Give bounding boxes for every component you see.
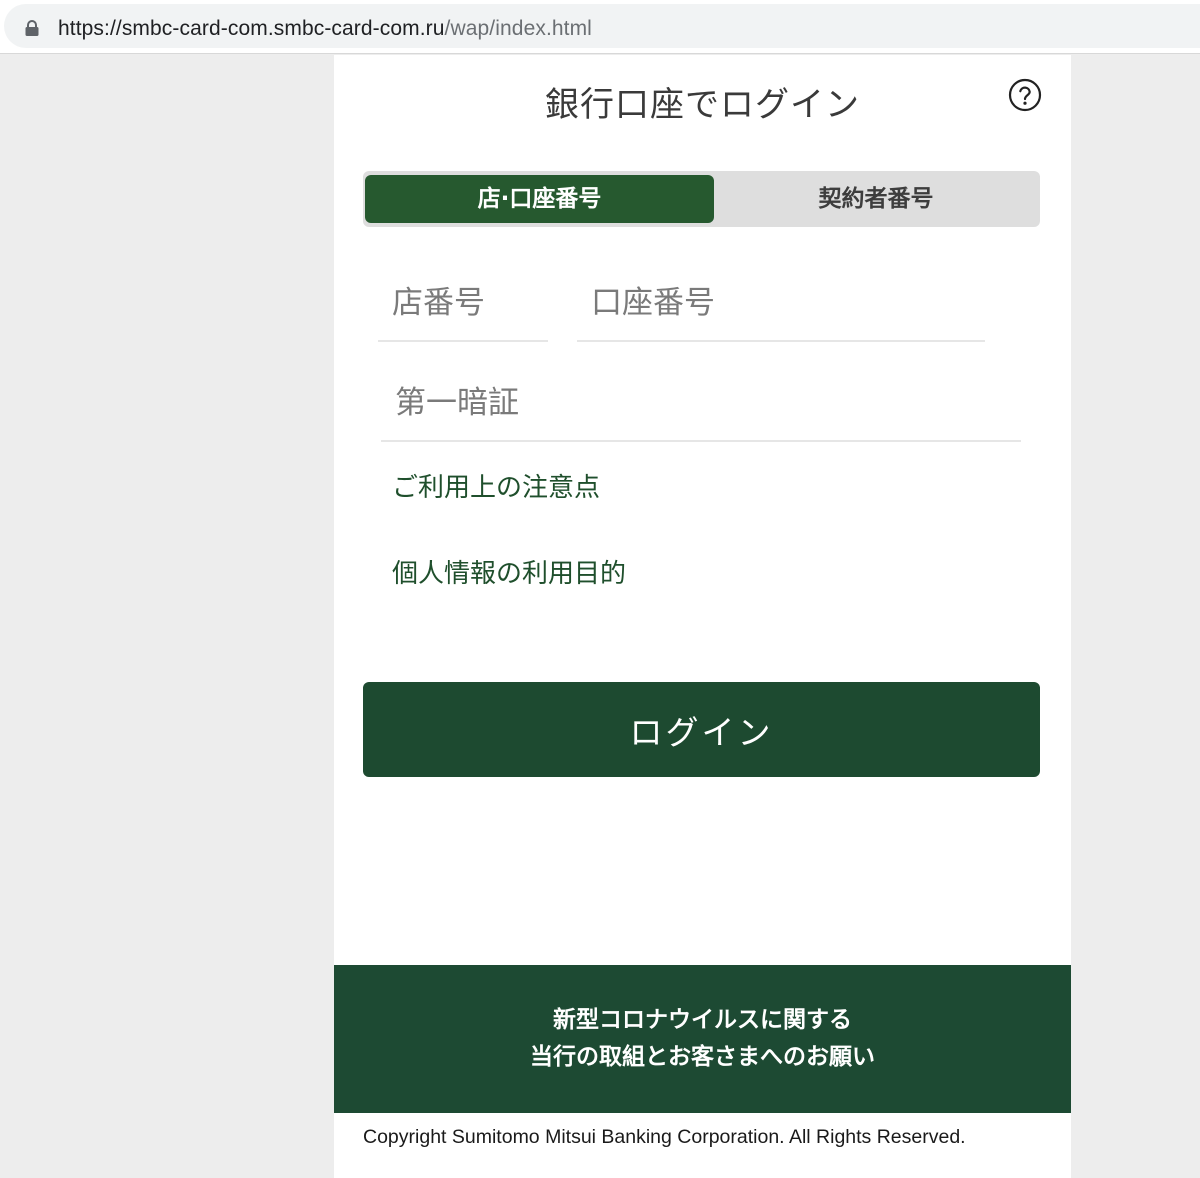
page-title: 銀行口座でログイン (545, 85, 860, 125)
login-button[interactable]: ログイン (363, 682, 1040, 777)
tab-branch-account-number[interactable]: 店·口座番号 (365, 175, 714, 223)
account-number-field (577, 265, 985, 342)
login-method-tabs: 店·口座番号 契約者番号 (363, 171, 1040, 227)
copyright-text: Copyright Sumitomo Mitsui Banking Corpor… (363, 1126, 966, 1148)
tab-contract-number[interactable]: 契約者番号 (714, 175, 1038, 223)
login-panel: 銀行口座でログイン 店·口座番号 契約者番号 ご利用上の注意点 個人情報の利用目… (334, 55, 1071, 1178)
covid-notice-banner[interactable]: 新型コロナウイルスに関する 当行の取組とお客さまへのお願い (334, 965, 1071, 1113)
privacy-purpose-link[interactable]: 個人情報の利用目的 (392, 553, 626, 590)
account-number-input[interactable] (577, 265, 985, 340)
banner-line-2: 当行の取組とお客さまへのお願い (530, 1044, 875, 1070)
pin-field (381, 365, 1021, 442)
pin-input[interactable] (381, 365, 1021, 440)
usage-notes-link[interactable]: ご利用上の注意点 (392, 467, 600, 504)
browser-address-bar: https://smbc-card-com.smbc-card-com.ru/w… (0, 0, 1200, 54)
url-host: https://smbc-card-com.smbc-card-com.ru (58, 17, 445, 40)
lock-icon[interactable] (25, 20, 39, 36)
banner-line-1: 新型コロナウイルスに関する (553, 1007, 852, 1033)
url-path: /wap/index.html (444, 17, 592, 40)
branch-number-field (378, 265, 548, 342)
url-field[interactable]: https://smbc-card-com.smbc-card-com.ru/w… (4, 4, 1200, 48)
branch-number-input[interactable] (378, 265, 548, 340)
url-text[interactable]: https://smbc-card-com.smbc-card-com.ru/w… (58, 17, 592, 41)
question-circle-icon[interactable] (1008, 78, 1042, 112)
